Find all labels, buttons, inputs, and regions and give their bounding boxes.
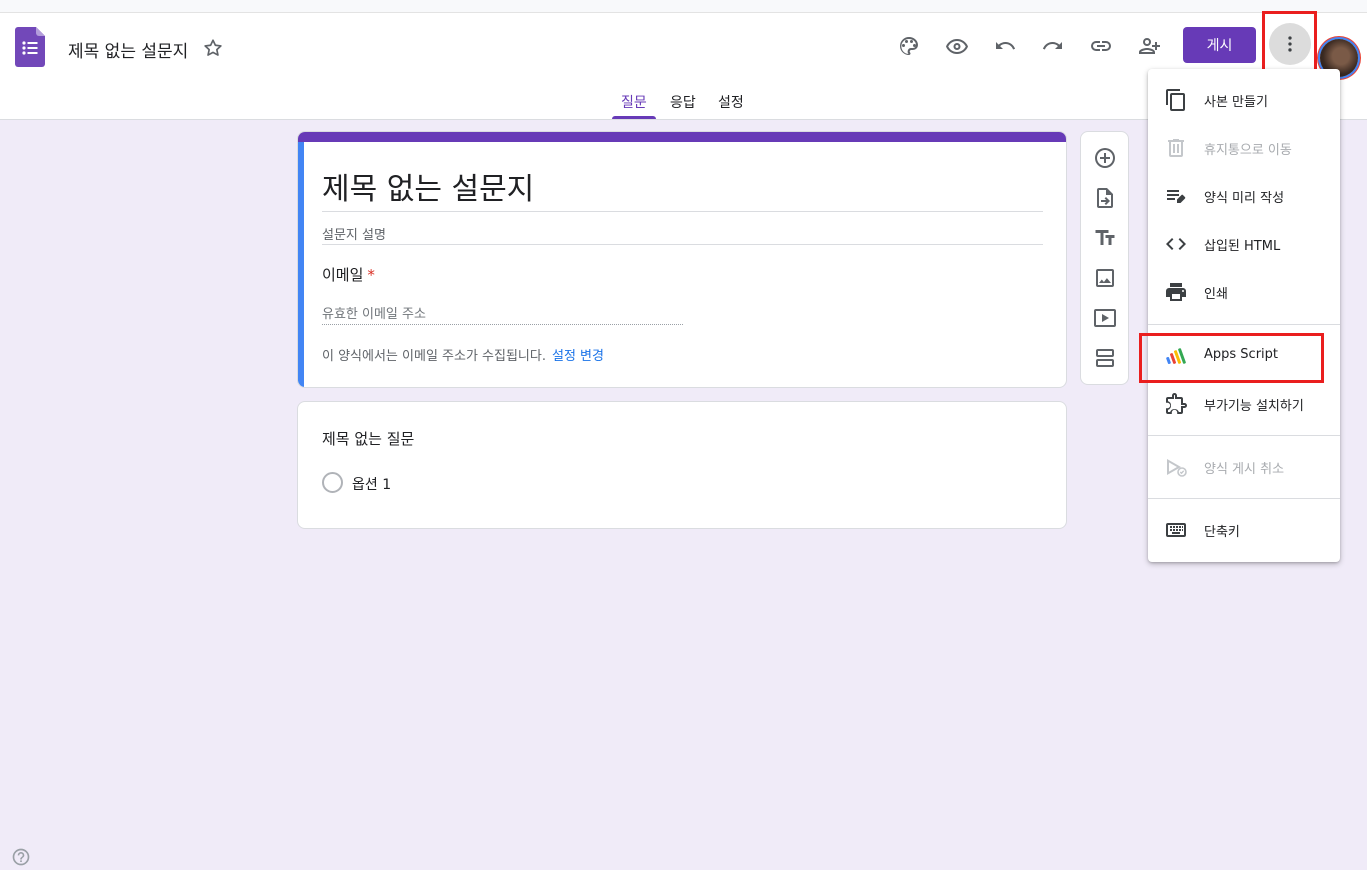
add-image-icon[interactable]: [1093, 266, 1117, 290]
menu-item-install-addons[interactable]: 부가기능 설치하기: [1148, 384, 1340, 424]
palette-icon[interactable]: [895, 32, 923, 60]
menu-item-print[interactable]: 인쇄: [1148, 272, 1340, 312]
email-field-underline: [322, 324, 683, 325]
add-section-icon[interactable]: [1093, 346, 1117, 370]
email-collection-text: 이 양식에서는 이메일 주소가 수집됩니다.: [322, 349, 546, 364]
menu-separator: [1148, 498, 1340, 499]
code-icon: [1164, 232, 1188, 256]
menu-item-embed-html[interactable]: 삽입된 HTML: [1148, 224, 1340, 264]
google-forms-logo[interactable]: [15, 27, 45, 67]
preview-icon[interactable]: [943, 32, 971, 60]
menu-item-label: 인쇄: [1204, 287, 1228, 302]
publish-button[interactable]: 게시: [1183, 27, 1256, 63]
divider: [322, 211, 1043, 212]
menu-item-label: 단축키: [1204, 525, 1240, 540]
trash-icon: [1164, 136, 1188, 160]
email-field[interactable]: 유효한 이메일 주소: [322, 303, 426, 322]
radio-button[interactable]: [322, 472, 343, 493]
menu-item-prefill-form[interactable]: 양식 미리 작성: [1148, 176, 1340, 216]
menu-item-unpublish: 양식 게시 취소: [1148, 447, 1340, 487]
menu-item-label: 삽입된 HTML: [1204, 239, 1281, 254]
copy-icon: [1164, 88, 1188, 112]
menu-item-move-to-trash: 휴지통으로 이동: [1148, 128, 1340, 168]
menu-separator: [1148, 324, 1340, 325]
menu-item-label: 휴지통으로 이동: [1204, 143, 1292, 158]
add-title-icon[interactable]: [1093, 226, 1117, 250]
keyboard-icon: [1164, 518, 1188, 542]
question-title[interactable]: 제목 없는 질문: [322, 428, 414, 449]
prefill-icon: [1164, 184, 1188, 208]
link-icon[interactable]: [1087, 32, 1115, 60]
menu-separator: [1148, 435, 1340, 436]
import-questions-icon[interactable]: [1093, 186, 1117, 210]
divider: [322, 244, 1043, 245]
form-title[interactable]: 제목 없는 설문지: [322, 164, 534, 208]
menu-item-label: 양식 게시 취소: [1204, 462, 1285, 477]
tab-responses[interactable]: 응답: [670, 92, 696, 112]
option-label[interactable]: 옵션 1: [352, 474, 391, 494]
menu-item-make-copy[interactable]: 사본 만들기: [1148, 80, 1340, 120]
help-icon[interactable]: [11, 847, 31, 867]
addon-icon: [1164, 392, 1188, 416]
card-top-accent: [298, 132, 1066, 142]
menu-item-label: 부가기능 설치하기: [1204, 399, 1304, 414]
form-description-input[interactable]: 설문지 설명: [322, 224, 386, 243]
email-question-label: 이메일 *: [322, 264, 375, 285]
browser-top-strip: [0, 0, 1367, 13]
question-card[interactable]: 제목 없는 질문 옵션 1: [297, 401, 1067, 529]
menu-item-label: 양식 미리 작성: [1204, 191, 1285, 206]
undo-icon[interactable]: [991, 32, 1019, 60]
tab-settings[interactable]: 설정: [718, 92, 744, 112]
print-icon: [1164, 280, 1188, 304]
required-mark: *: [367, 266, 375, 284]
document-title[interactable]: 제목 없는 설문지: [68, 37, 188, 62]
more-options-menu: 사본 만들기 휴지통으로 이동 양식 미리 작성 삽입된 HTML 인쇄 App…: [1148, 69, 1340, 562]
highlight-box-more-button: [1262, 11, 1317, 72]
menu-item-label: 사본 만들기: [1204, 95, 1268, 110]
add-video-icon[interactable]: [1093, 306, 1117, 330]
tab-questions[interactable]: 질문: [621, 92, 647, 112]
add-question-icon[interactable]: [1093, 146, 1117, 170]
change-settings-link[interactable]: 설정 변경: [552, 349, 604, 364]
add-collaborator-icon[interactable]: [1135, 32, 1163, 60]
redo-icon[interactable]: [1039, 32, 1067, 60]
card-left-accent: [298, 142, 304, 387]
email-label-text: 이메일: [322, 266, 364, 284]
unpublish-icon: [1164, 455, 1188, 479]
highlight-box-apps-script: [1139, 333, 1324, 383]
floating-toolbar: [1080, 131, 1129, 385]
email-collection-notice: 이 양식에서는 이메일 주소가 수집됩니다. 설정 변경: [322, 345, 604, 364]
star-icon[interactable]: [202, 37, 224, 59]
active-tab-indicator: [612, 116, 656, 119]
menu-item-keyboard-shortcuts[interactable]: 단축키: [1148, 510, 1340, 550]
form-title-card: 제목 없는 설문지 설문지 설명 이메일 * 유효한 이메일 주소 이 양식에서는…: [297, 131, 1067, 388]
